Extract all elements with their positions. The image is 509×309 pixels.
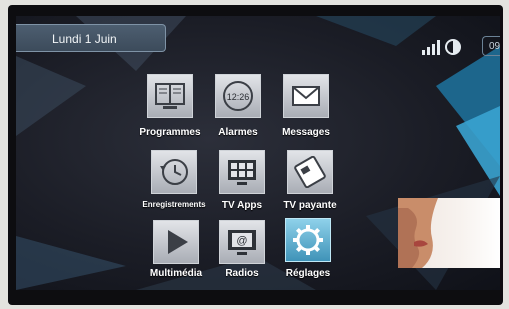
play-icon <box>153 220 199 264</box>
menu-item-tv-payante[interactable]: TV payante <box>264 150 356 216</box>
menu-item-label: Réglages <box>285 268 331 279</box>
tv-screen: Lundi 1 Juin 09 Programmes 12:26 Alarmes… <box>16 16 500 290</box>
face-illustration <box>398 198 438 268</box>
preview-image <box>398 198 500 268</box>
alarm-time-text: 12:26 <box>227 92 250 102</box>
tv-apps-icon <box>219 150 265 194</box>
clock-display: 09 <box>482 36 500 56</box>
menu-item-messages[interactable]: Messages <box>260 74 352 140</box>
clock-icon: 12:26 <box>215 74 261 118</box>
radio-icon: @ <box>219 220 265 264</box>
card-icon <box>287 150 333 194</box>
menu-item-label: Messages <box>282 127 330 138</box>
history-icon <box>151 150 197 194</box>
book-icon <box>147 74 193 118</box>
envelope-icon <box>283 74 329 118</box>
signal-strength-icon <box>422 39 461 55</box>
date-bar: Lundi 1 Juin <box>16 24 166 52</box>
menu-item-reglages[interactable]: Réglages <box>262 218 354 284</box>
svg-text:@: @ <box>236 235 247 247</box>
gear-icon <box>285 218 331 262</box>
menu-item-label: TV payante <box>283 200 337 211</box>
